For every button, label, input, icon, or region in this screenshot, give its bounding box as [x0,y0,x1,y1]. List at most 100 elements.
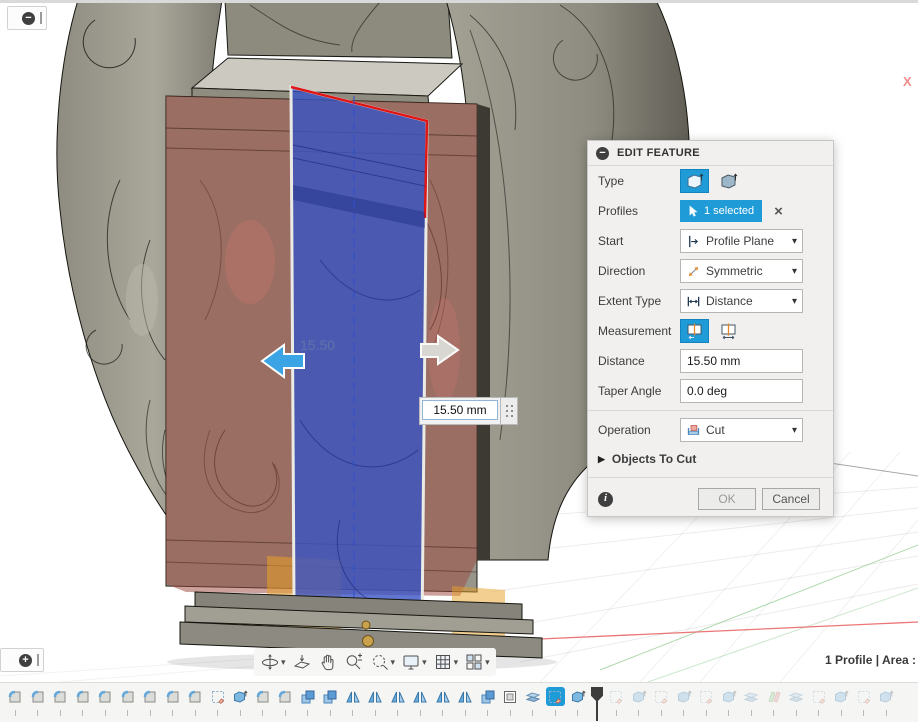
window-top-edge [0,0,918,3]
timeline-fillet-feature[interactable] [28,687,47,706]
cut-operation-icon [687,424,700,435]
viewports-button[interactable]: ▾ [462,649,492,675]
ok-button[interactable]: OK [698,488,756,510]
timeline-sketch-feature[interactable] [545,687,565,706]
timeline-extrude-feature[interactable] [629,687,648,706]
timeline-tick [352,710,354,716]
timeline-fillet-feature[interactable] [51,687,70,706]
timeline-mirror-feature[interactable] [411,687,430,706]
chevron-down-icon[interactable]: ▾ [485,657,490,668]
timeline-tick [487,710,489,716]
operation-label: Operation [598,423,651,437]
timeline-slot [409,687,432,716]
expand-plus-icon[interactable]: + [19,653,32,667]
timeline-split-feature[interactable] [742,687,761,706]
timeline-combine-feature[interactable] [478,687,497,706]
timeline-tick [442,710,444,716]
timeline-tick [683,710,685,716]
timeline-tick [59,710,61,716]
operation-dropdown[interactable]: Cut ▾ [680,418,803,442]
timeline-sketch-feature[interactable] [697,687,716,706]
timeline-split-feature[interactable] [787,687,806,706]
chevron-down-icon[interactable]: ▾ [391,657,396,668]
chevron-down-icon[interactable]: ▾ [454,657,459,668]
look-at-button[interactable] [290,649,314,675]
timeline-sketch-feature[interactable] [652,687,671,706]
profiles-selected-button[interactable]: 1 selected [680,200,763,222]
distance-input[interactable] [680,349,803,373]
timeline-extrude-feature[interactable] [674,687,693,706]
timeline-fillet-feature[interactable] [276,687,295,706]
info-icon[interactable]: i [598,491,613,507]
orbit-button[interactable]: ▾ [258,649,288,675]
extrude-thin-button[interactable] [714,169,743,193]
clear-selection-icon[interactable]: × [774,203,783,220]
extrude-solid-button[interactable] [680,169,709,193]
timeline-extrude-feature[interactable] [719,687,738,706]
divider [588,410,833,411]
measurement-whole-button[interactable] [714,319,743,343]
pan-button[interactable] [316,649,340,675]
timeline-mirror-feature[interactable] [433,687,452,706]
drag-handle[interactable] [501,397,518,425]
timeline-mirror-feature[interactable] [343,687,362,706]
measurement-half-button[interactable] [680,319,709,343]
timeline-slot [673,687,696,716]
timeline-rect-pattern-feature[interactable] [501,687,520,706]
timeline-split-feature[interactable] [523,687,542,706]
collapse-minus-icon[interactable]: − [596,146,609,160]
timeline-extrude-feature[interactable] [231,687,250,706]
grid-button[interactable]: ▾ [431,649,461,675]
timeline-combine-feature[interactable] [298,687,317,706]
timeline-slot [252,687,275,716]
timeline-sketch-feature[interactable] [854,687,873,706]
timeline-fillet-feature[interactable] [141,687,160,706]
timeline-playhead[interactable] [590,687,604,721]
dialog-header[interactable]: − EDIT FEATURE [588,141,833,166]
timeline-combine-feature[interactable] [321,687,340,706]
collapsed-panel-toggle-bottom[interactable]: + [0,648,44,672]
timeline-slot [117,687,140,716]
timeline-tick [239,710,241,716]
panel-grip[interactable] [40,12,42,24]
fit-button[interactable]: ▾ [368,649,398,675]
timeline-sketch-feature[interactable] [809,687,828,706]
timeline-extrude-feature[interactable] [877,687,896,706]
timeline-fillet-feature[interactable] [73,687,92,706]
timeline-sketch-feature[interactable] [208,687,227,706]
chevron-down-icon[interactable]: ▾ [281,657,286,668]
type-row: Type [588,166,833,196]
timeline-tick [82,710,84,716]
timeline-extrude-feature[interactable] [832,687,851,706]
extrude-preview-region[interactable] [289,85,429,632]
taper-angle-input[interactable] [680,379,803,403]
profiles-count: 1 selected [704,205,755,217]
direction-dropdown[interactable]: Symmetric ▾ [680,259,803,283]
timeline-sketch-feature[interactable] [607,687,626,706]
panel-grip[interactable] [37,654,39,666]
distance-manipulator-input[interactable] [422,400,498,420]
timeline-mirror-feature[interactable] [456,687,475,706]
timeline-slot [94,687,117,716]
timeline-mirror-feature[interactable] [366,687,385,706]
timeline-planes-feature[interactable] [764,687,783,706]
timeline-slot [454,687,477,716]
timeline-fillet-feature[interactable] [253,687,272,706]
collapsed-panel-toggle-top[interactable]: − [7,6,47,30]
chevron-down-icon[interactable]: ▾ [422,657,427,668]
timeline-fillet-feature[interactable] [163,687,182,706]
timeline-mirror-feature[interactable] [388,687,407,706]
extent-type-dropdown[interactable]: Distance ▾ [680,289,803,313]
timeline-fillet-feature[interactable] [186,687,205,706]
collapse-minus-icon[interactable]: − [22,11,35,25]
zoom-button[interactable] [342,649,366,675]
timeline-fillet-feature[interactable] [118,687,137,706]
timeline-extrude-feature[interactable] [568,687,587,706]
start-dropdown[interactable]: Profile Plane ▾ [680,229,803,253]
display-settings-button[interactable]: ▾ [399,649,429,675]
timeline-fillet-feature[interactable] [6,687,25,706]
objects-to-cut-row[interactable]: ▶ Objects To Cut [588,445,833,473]
disclosure-triangle-icon[interactable]: ▶ [598,454,605,465]
cancel-button[interactable]: Cancel [762,488,820,510]
timeline-fillet-feature[interactable] [96,687,115,706]
